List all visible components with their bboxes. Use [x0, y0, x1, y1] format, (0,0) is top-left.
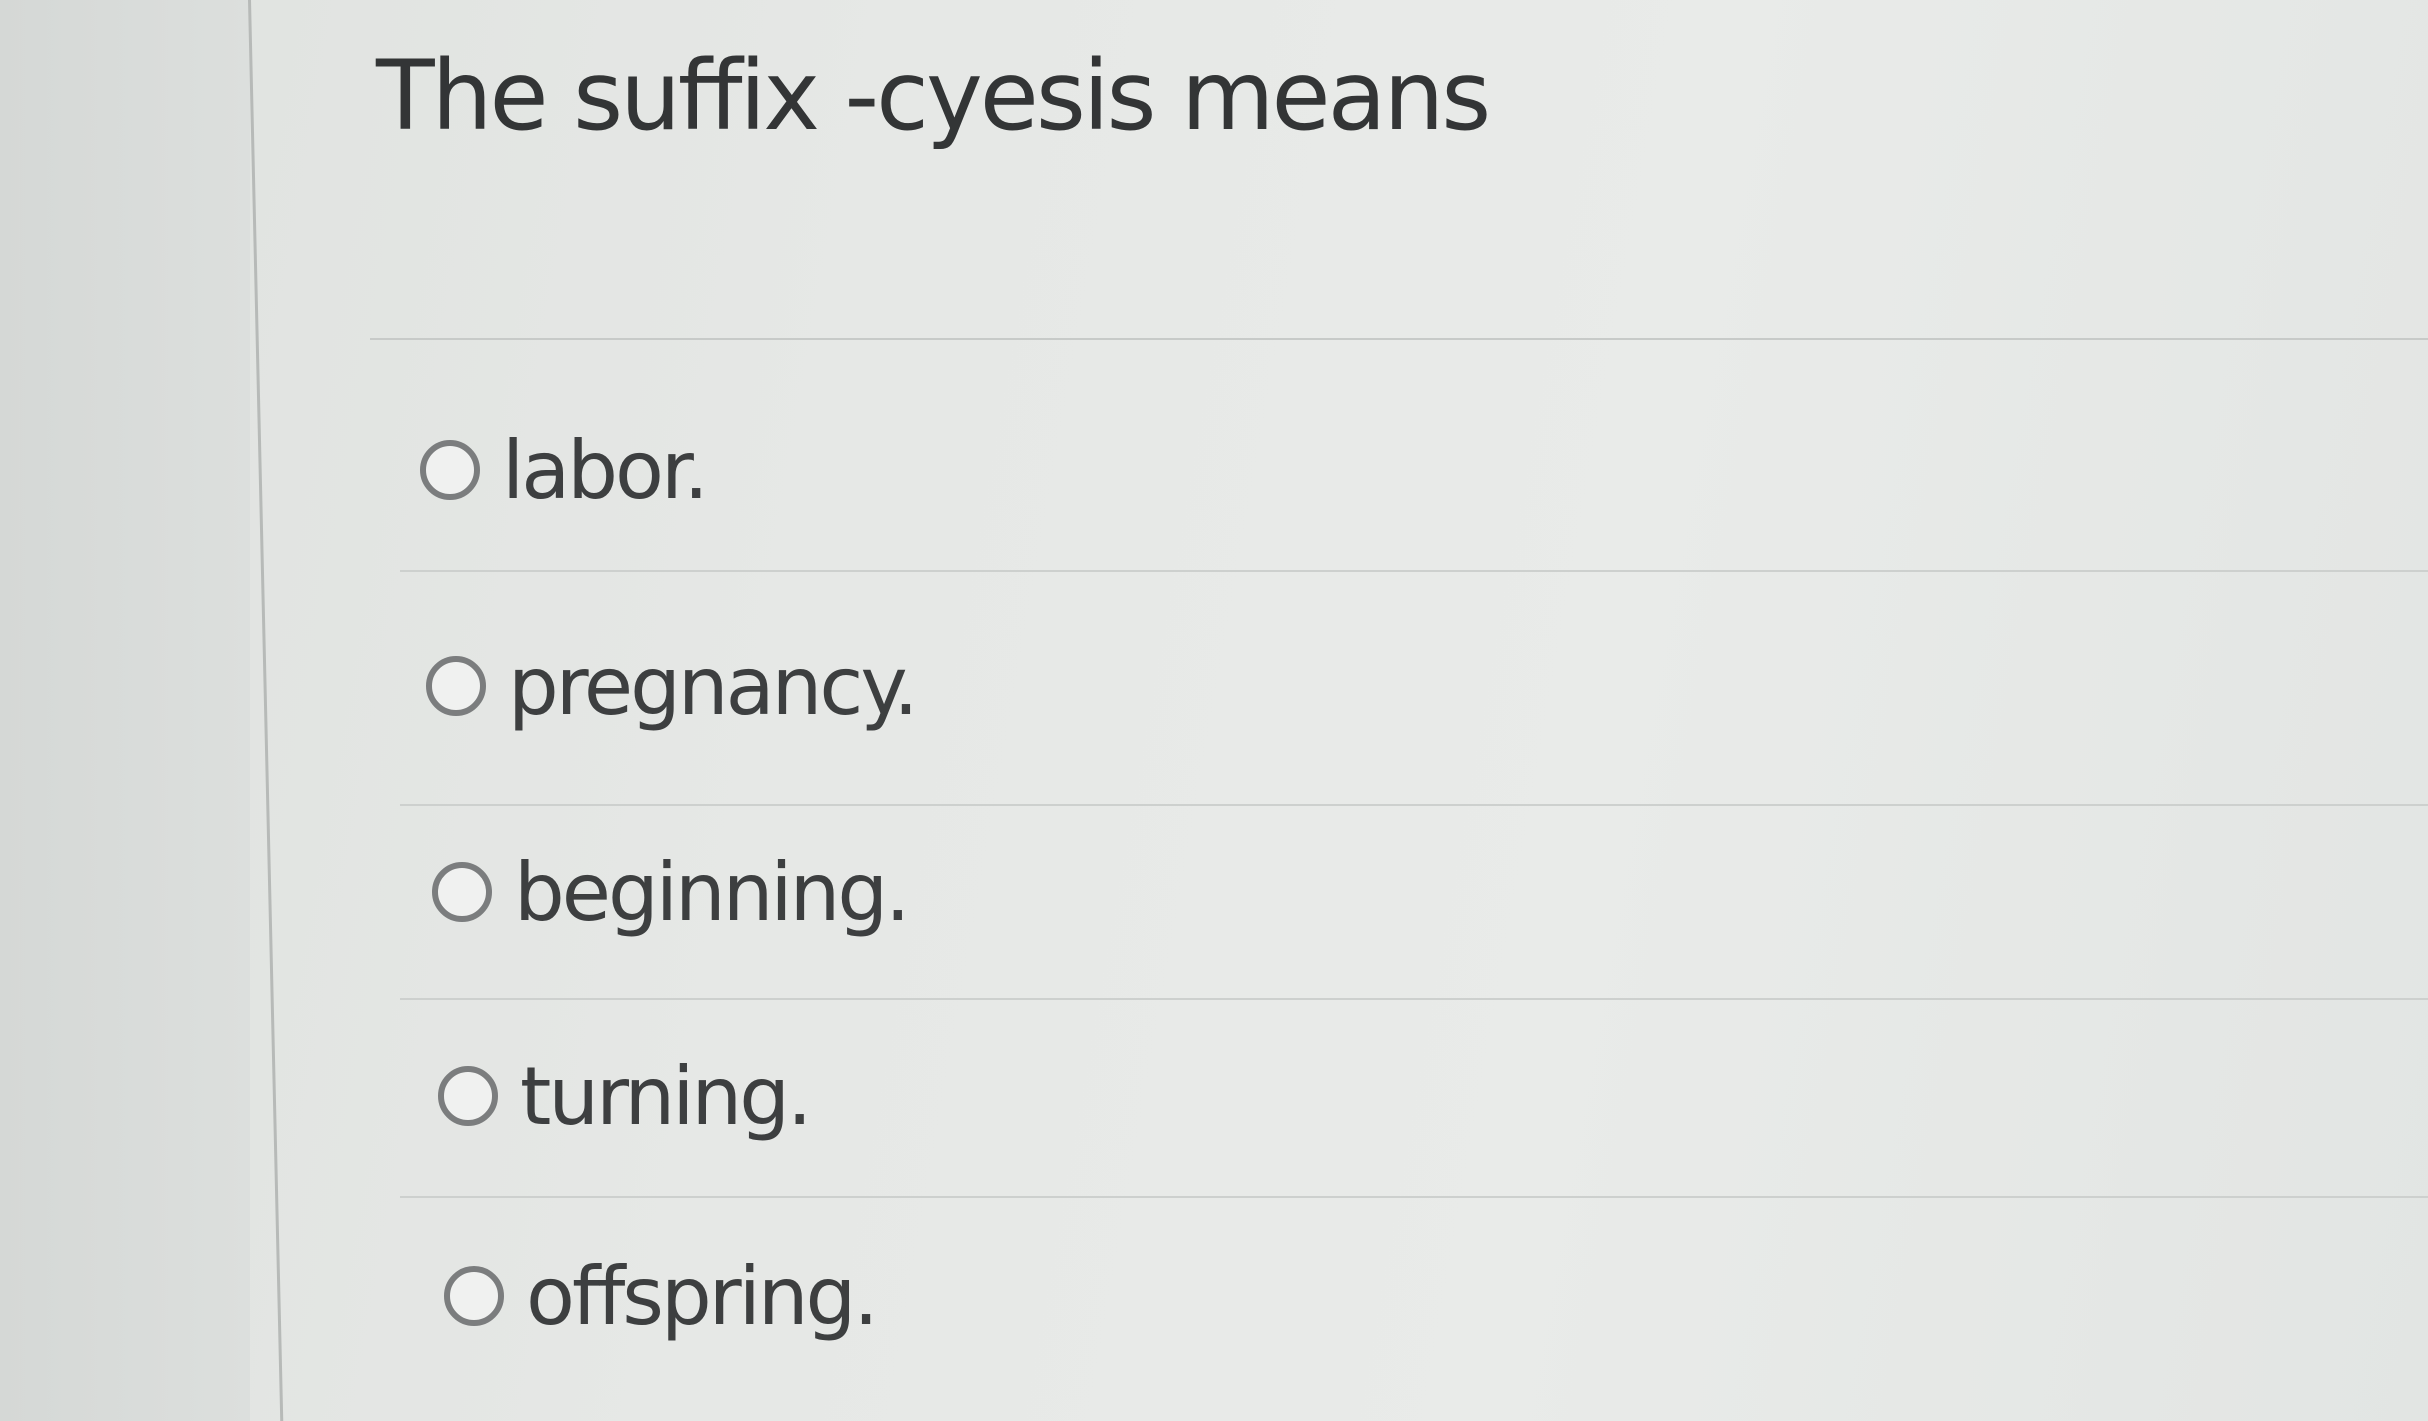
- quiz-page: The suffix -cyesis means labor. pregnanc…: [0, 0, 2428, 1421]
- left-gutter: [0, 0, 250, 1421]
- answer-divider: [400, 1196, 2428, 1198]
- answer-label: pregnancy.: [508, 639, 919, 733]
- answer-option-turning[interactable]: turning.: [438, 1036, 1838, 1156]
- radio-button-icon[interactable]: [432, 862, 492, 922]
- answer-option-offspring[interactable]: offspring.: [444, 1236, 1844, 1356]
- answer-divider: [400, 804, 2428, 806]
- radio-button-icon[interactable]: [426, 656, 486, 716]
- radio-button-icon[interactable]: [438, 1066, 498, 1126]
- left-border-line: [248, 0, 284, 1421]
- answer-label: offspring.: [526, 1249, 879, 1343]
- answer-option-beginning[interactable]: beginning.: [432, 832, 1832, 952]
- answer-list: labor. pregnancy. beginning. turning. of…: [280, 0, 2428, 1421]
- radio-button-icon[interactable]: [444, 1266, 504, 1326]
- answer-label: beginning.: [514, 845, 911, 939]
- answer-option-pregnancy[interactable]: pregnancy.: [426, 626, 1826, 746]
- answer-label: labor.: [502, 423, 709, 517]
- radio-button-icon[interactable]: [420, 440, 480, 500]
- answer-label: turning.: [520, 1049, 812, 1143]
- question-card: The suffix -cyesis means labor. pregnanc…: [280, 0, 2428, 1421]
- answer-divider: [400, 998, 2428, 1000]
- answer-divider: [400, 570, 2428, 572]
- answer-option-labor[interactable]: labor.: [420, 410, 1820, 530]
